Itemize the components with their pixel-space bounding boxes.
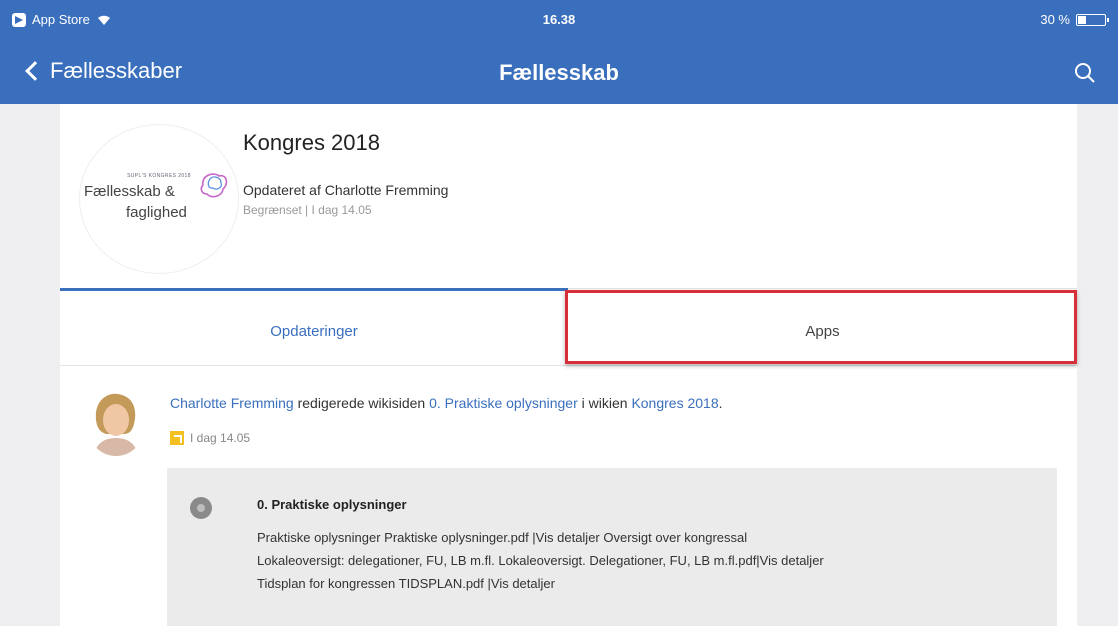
- wiki-card-line: Praktiske oplysninger Praktiske oplysnin…: [257, 530, 748, 545]
- battery-fill: [1078, 15, 1086, 24]
- updated-by: Opdateret af Charlotte Fremming: [243, 182, 449, 198]
- nav-title: Fællesskab: [499, 60, 619, 85]
- battery-icon: [1076, 13, 1109, 26]
- wiki-card-body: Praktiske oplysninger Praktiske oplysnin…: [257, 526, 1047, 595]
- status-time: 16.38: [542, 12, 576, 27]
- avatar-photo: [88, 390, 144, 456]
- edit-badge-icon: [170, 431, 184, 445]
- activity-wiki-link[interactable]: Kongres 2018: [631, 395, 718, 411]
- activity-period: .: [718, 395, 723, 411]
- tab-apps-label: Apps: [805, 323, 840, 340]
- logo-line-2: faglighed: [126, 204, 187, 221]
- tab-updates[interactable]: Opdateringer: [60, 288, 568, 366]
- activity-user-link[interactable]: Charlotte Fremming: [170, 395, 294, 411]
- tab-updates-label: Opdateringer: [270, 323, 358, 340]
- status-bar: App Store 16.38 30 %: [0, 0, 1118, 40]
- navigation-bar: Fællesskaber Fællesskab: [0, 40, 1118, 104]
- community-logo: SUPL'S KONGRES 2018 Fællesskab & fagligh…: [79, 124, 239, 274]
- wiki-card-line: Lokaleoversigt: delegationer, FU, LB m.f…: [257, 553, 824, 568]
- community-meta: Begrænset | I dag 14.05: [243, 203, 372, 217]
- avatar[interactable]: [88, 390, 144, 456]
- activity-time: I dag 14.05: [170, 431, 250, 445]
- status-right: 30 %: [1040, 12, 1109, 27]
- top-bar: App Store 16.38 30 % Fællesskaber Fælles…: [0, 0, 1118, 104]
- tab-bar: Opdateringer Apps: [60, 288, 1077, 366]
- activity-text: Charlotte Fremming redigerede wikisiden …: [170, 395, 723, 411]
- activity-in-wiki: i wikien: [577, 395, 632, 411]
- search-icon[interactable]: [1074, 62, 1096, 84]
- logo-bubbles-icon: [200, 173, 228, 198]
- activity-page-link[interactable]: 0. Praktiske oplysninger: [429, 395, 578, 411]
- logo-line-1: Fællesskab &: [84, 183, 175, 200]
- activity-time-label: I dag 14.05: [190, 431, 251, 445]
- wiki-card-line: Tidsplan for kongressen TIDSPLAN.pdf |Vi…: [257, 576, 555, 591]
- battery-percent: 30 %: [1040, 12, 1070, 27]
- tab-apps[interactable]: Apps: [568, 288, 1077, 366]
- community-title: Kongres 2018: [243, 130, 380, 155]
- wiki-card-title[interactable]: 0. Praktiske oplysninger: [257, 497, 407, 512]
- wiki-page-icon: [190, 497, 212, 519]
- activity-action: redigerede wikisiden: [293, 395, 430, 411]
